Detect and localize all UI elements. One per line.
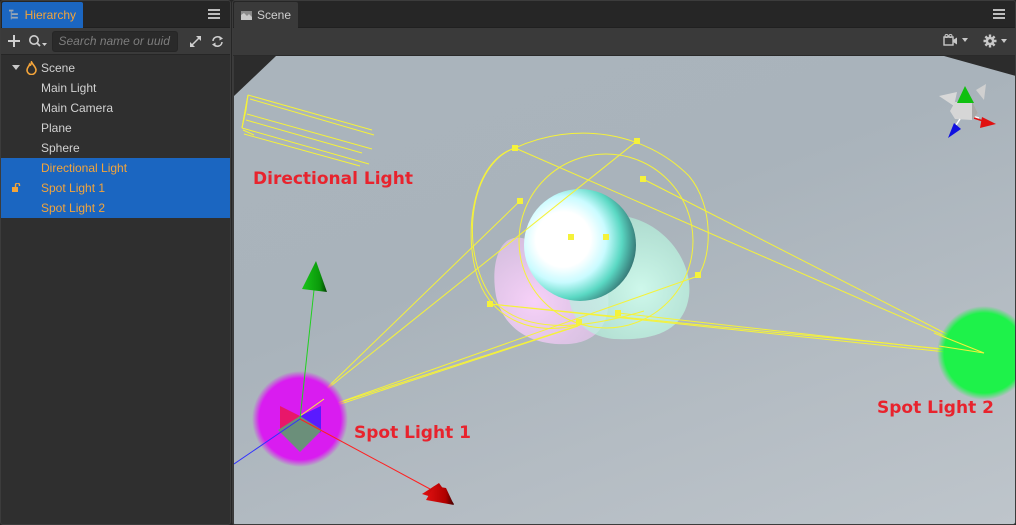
expand-button[interactable] bbox=[186, 32, 204, 50]
tree-node-label: Sphere bbox=[41, 141, 80, 155]
hierarchy-toolbar bbox=[1, 28, 230, 55]
tab-scene[interactable]: Scene bbox=[234, 2, 298, 28]
gizmo-handle[interactable] bbox=[512, 145, 518, 151]
plane-edge bbox=[234, 56, 1015, 74]
hierarchy-panel: Hierarchy Scene Mai bbox=[0, 0, 231, 525]
tree-node-main-light[interactable]: Main Light bbox=[1, 78, 230, 98]
gizmo-handle[interactable] bbox=[695, 272, 701, 278]
scene-viewport[interactable]: Directional Light Spot Light 1 Spot Ligh… bbox=[234, 56, 1016, 524]
settings-dropdown[interactable] bbox=[983, 34, 1007, 48]
search-filter-button[interactable] bbox=[27, 32, 49, 50]
spot-light-2-source[interactable] bbox=[937, 306, 1016, 400]
scene-canvas[interactable] bbox=[234, 56, 1016, 524]
tree-node-main-camera[interactable]: Main Camera bbox=[1, 98, 230, 118]
tree-node-plane[interactable]: Plane bbox=[1, 118, 230, 138]
editor-window: Hierarchy Scene Mai bbox=[0, 0, 1016, 525]
tree-node-label: Scene bbox=[41, 61, 76, 75]
tree-node-label: Main Light bbox=[41, 81, 97, 95]
orientation-gizmo[interactable] bbox=[939, 84, 996, 138]
expand-icon bbox=[189, 35, 201, 47]
gizmo-handle[interactable] bbox=[615, 310, 621, 316]
unlock-icon[interactable] bbox=[12, 183, 21, 192]
search-filter-icon bbox=[28, 35, 47, 47]
scene-fire-icon bbox=[26, 61, 37, 75]
tree-node-label: Spot Light 1 bbox=[41, 181, 106, 195]
scene-image-icon bbox=[241, 10, 252, 20]
tree-node-spot-light-1[interactable]: Spot Light 1 bbox=[1, 178, 230, 198]
gizmo-handle[interactable] bbox=[634, 138, 640, 144]
label-directional-light: Directional Light bbox=[253, 169, 413, 189]
gizmo-handle[interactable] bbox=[568, 234, 574, 240]
chevron-down-icon bbox=[962, 38, 968, 42]
tree-node-sphere[interactable]: Sphere bbox=[1, 138, 230, 158]
refresh-icon bbox=[211, 35, 223, 47]
gear-icon bbox=[983, 34, 997, 48]
refresh-button[interactable] bbox=[208, 32, 226, 50]
tree-node-scene[interactable]: Scene bbox=[1, 58, 230, 78]
expand-caret-icon[interactable] bbox=[12, 65, 20, 70]
tree-node-label: Main Camera bbox=[41, 101, 114, 115]
scene-toolbar bbox=[233, 28, 1015, 56]
hierarchy-tree: Scene Main Light Main Camera Plane Spher… bbox=[1, 55, 230, 218]
tree-node-directional-light[interactable]: Directional Light bbox=[1, 158, 230, 178]
tab-hierarchy[interactable]: Hierarchy bbox=[2, 2, 83, 28]
add-button[interactable] bbox=[5, 32, 23, 50]
tab-scene-label: Scene bbox=[256, 8, 291, 22]
tree-node-label: Spot Light 2 bbox=[41, 201, 106, 215]
add-icon bbox=[7, 35, 20, 47]
scene-tabbar: Scene bbox=[233, 1, 1015, 28]
axis-y-arrow[interactable] bbox=[302, 261, 327, 292]
gizmo-handle[interactable] bbox=[487, 301, 493, 307]
tree-node-label: Directional Light bbox=[41, 161, 128, 175]
directional-light-gizmo[interactable] bbox=[241, 94, 375, 167]
chevron-down-icon bbox=[1001, 39, 1007, 43]
plane-edge bbox=[944, 56, 1015, 76]
search-input[interactable] bbox=[52, 30, 179, 52]
tree-node-spot-light-2[interactable]: Spot Light 2 bbox=[1, 198, 230, 218]
hierarchy-tree-icon bbox=[9, 9, 18, 20]
sphere[interactable] bbox=[524, 189, 636, 301]
hierarchy-tabbar: Hierarchy bbox=[1, 1, 230, 28]
plane-edge bbox=[234, 56, 276, 96]
gizmo-handle[interactable] bbox=[640, 176, 646, 182]
tree-node-label: Plane bbox=[41, 121, 72, 135]
camera-icon bbox=[943, 34, 957, 46]
gizmo-handle[interactable] bbox=[576, 319, 582, 325]
hierarchy-menu-button[interactable] bbox=[208, 7, 220, 21]
scene-menu-button[interactable] bbox=[993, 7, 1005, 21]
gizmo-handle[interactable] bbox=[517, 198, 523, 204]
tab-hierarchy-label: Hierarchy bbox=[24, 8, 76, 22]
gizmo-handle[interactable] bbox=[603, 234, 609, 240]
label-spot-light-1: Spot Light 1 bbox=[354, 423, 471, 443]
camera-dropdown[interactable] bbox=[943, 34, 968, 46]
label-spot-light-2: Spot Light 2 bbox=[877, 398, 994, 418]
scene-panel: Scene Directional Light Spot Light 1 Spo… bbox=[232, 0, 1016, 525]
